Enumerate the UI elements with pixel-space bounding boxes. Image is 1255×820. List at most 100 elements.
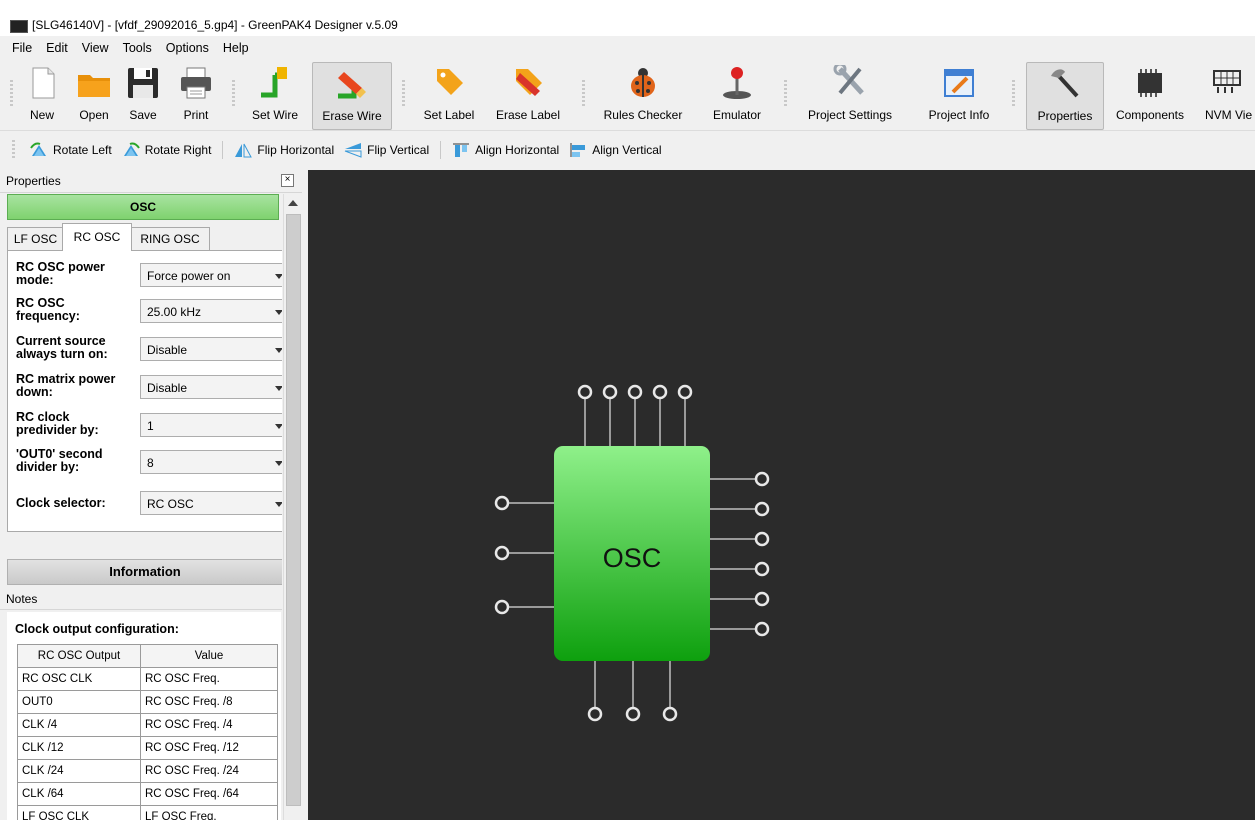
align-vertical-button[interactable]: Align Vertical: [564, 138, 666, 162]
menu-tools[interactable]: Tools: [116, 38, 159, 58]
schematic[interactable]: OSC: [308, 170, 1255, 820]
properties-button[interactable]: Properties: [1026, 62, 1104, 130]
clock-selector-select[interactable]: RC OSC: [140, 491, 282, 515]
properties-panel: Properties × OSC LF OSC RC OSC RING OSC …: [0, 170, 302, 820]
erase-wire-button[interactable]: Erase Wire: [312, 62, 392, 130]
second-divider-select[interactable]: 8: [140, 450, 282, 474]
clock-output-table: RC OSC Output Value RC OSC CLK RC OSC Fre…: [17, 644, 278, 820]
toolbar-grip: [582, 80, 585, 108]
menu-bar: File Edit View Tools Options Help: [0, 38, 1255, 58]
pin-bottom-3[interactable]: [662, 706, 678, 722]
toolbar-grip: [784, 80, 787, 108]
pin-left-1[interactable]: [494, 495, 510, 511]
erase-label-button[interactable]: Erase Label: [492, 62, 564, 128]
menu-options[interactable]: Options: [159, 38, 216, 58]
rotate-right-button[interactable]: Rotate Right: [117, 138, 217, 162]
flip-horizontal-button[interactable]: Flip Horizontal: [229, 138, 339, 162]
panel-title: Properties: [6, 174, 61, 188]
tab-content: RC OSC power mode: Force power on RC OSC…: [7, 250, 282, 532]
rules-checker-button[interactable]: Rules Checker: [598, 62, 688, 128]
tab-rc-osc[interactable]: RC OSC: [62, 223, 132, 251]
pin-top-4[interactable]: [652, 384, 668, 400]
app-icon: [10, 20, 28, 33]
pin-left-3[interactable]: [494, 599, 510, 615]
table-row: RC OSC CLK RC OSC Freq.: [17, 667, 278, 691]
information-header: Information: [7, 559, 282, 585]
chevron-down-icon: [275, 424, 282, 429]
save-button[interactable]: Save: [126, 62, 160, 128]
hammer-icon: [1047, 66, 1083, 102]
menu-help[interactable]: Help: [216, 38, 256, 58]
table-row: CLK /64 RC OSC Freq. /64: [17, 782, 278, 806]
memory-grid-icon: [1210, 65, 1246, 101]
table-header-row: RC OSC Output Value: [17, 644, 278, 668]
toolbar-grip: [402, 80, 405, 108]
chevron-down-icon: [275, 386, 282, 391]
osc-block-label: OSC: [603, 543, 662, 573]
design-canvas[interactable]: OSC: [308, 170, 1255, 820]
matrix-power-select[interactable]: Disable: [140, 375, 282, 399]
emulator-button[interactable]: Emulator: [708, 62, 766, 128]
pin-right-6[interactable]: [754, 621, 770, 637]
project-settings-button[interactable]: Project Settings: [800, 62, 900, 128]
pin-right-5[interactable]: [754, 591, 770, 607]
toolbar-grip: [232, 80, 235, 108]
joystick-icon: [719, 65, 755, 101]
rotate-left-icon: [30, 142, 48, 158]
label-tag-icon: [431, 65, 467, 101]
menu-view[interactable]: View: [75, 38, 116, 58]
set-wire-button[interactable]: Set Wire: [247, 62, 303, 128]
ladybug-icon: [625, 65, 661, 101]
pin-right-1[interactable]: [754, 471, 770, 487]
pin-bottom-2[interactable]: [625, 706, 641, 722]
predivider-select[interactable]: 1: [140, 413, 282, 437]
print-button[interactable]: Print: [178, 62, 214, 128]
scrollbar-thumb[interactable]: [286, 214, 301, 806]
prop-clock-selector: Clock selector: RC OSC: [16, 491, 282, 521]
nvm-view-button[interactable]: NVM Vie: [1200, 62, 1255, 128]
tab-ring-osc[interactable]: RING OSC: [130, 227, 210, 250]
floppy-disk-icon: [125, 65, 161, 101]
panel-scrollbar[interactable]: [283, 194, 302, 820]
prop-frequency: RC OSC frequency: 25.00 kHz: [16, 297, 282, 327]
scroll-up-icon[interactable]: [288, 200, 298, 206]
pin-top-3[interactable]: [627, 384, 643, 400]
menu-edit[interactable]: Edit: [39, 38, 75, 58]
power-mode-select[interactable]: Force power on: [140, 263, 282, 287]
new-button[interactable]: New: [22, 62, 62, 128]
window-title: [SLG46140V] - [vfdf_29092016_5.gp4] - Gr…: [32, 18, 398, 32]
chevron-down-icon: [275, 274, 282, 279]
menu-file[interactable]: File: [0, 38, 39, 58]
pin-right-4[interactable]: [754, 561, 770, 577]
pin-right-3[interactable]: [754, 531, 770, 547]
close-icon[interactable]: ×: [281, 174, 294, 187]
project-info-icon: [941, 65, 977, 101]
project-info-button[interactable]: Project Info: [920, 62, 998, 128]
frequency-select[interactable]: 25.00 kHz: [140, 299, 282, 323]
new-file-icon: [24, 65, 60, 101]
set-label-button[interactable]: Set Label: [418, 62, 480, 128]
title-bar: [SLG46140V] - [vfdf_29092016_5.gp4] - Gr…: [0, 0, 1255, 36]
flip-vertical-button[interactable]: Flip Vertical: [339, 138, 434, 162]
table-row: LF OSC CLK LF OSC Freq.: [17, 805, 278, 820]
current-source-select[interactable]: Disable: [140, 337, 282, 361]
toolbar-grip: [1012, 80, 1015, 108]
align-vertical-icon: [569, 142, 587, 158]
components-button[interactable]: Components: [1110, 62, 1190, 128]
open-button[interactable]: Open: [72, 62, 116, 128]
align-horizontal-icon: [452, 142, 470, 158]
pin-left-2[interactable]: [494, 545, 510, 561]
pin-right-2[interactable]: [754, 501, 770, 517]
tab-lf-osc[interactable]: LF OSC: [7, 227, 64, 250]
pin-bottom-1[interactable]: [587, 706, 603, 722]
pin-top-2[interactable]: [602, 384, 618, 400]
chip-icon: [1132, 65, 1168, 101]
rotate-left-button[interactable]: Rotate Left: [25, 138, 117, 162]
prop-current-source: Current source always turn on: Disable: [16, 335, 282, 365]
toolbar-separator: [222, 141, 224, 159]
osc-tabs: LF OSC RC OSC RING OSC: [7, 220, 282, 251]
pin-top-1[interactable]: [577, 384, 593, 400]
align-horizontal-button[interactable]: Align Horizontal: [447, 138, 564, 162]
pin-top-5[interactable]: [677, 384, 693, 400]
prop-matrix-power: RC matrix power down: Disable: [16, 373, 282, 403]
